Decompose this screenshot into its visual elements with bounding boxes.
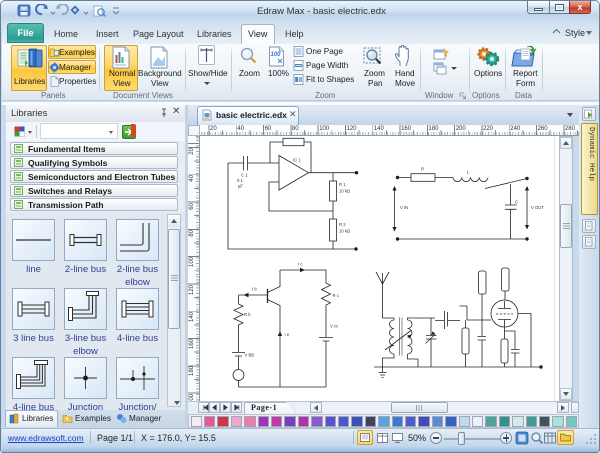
- svg-text:10 kΩ: 10 kΩ: [339, 189, 350, 194]
- svg-text:V cc: V cc: [330, 324, 338, 329]
- svg-text:R b: R b: [244, 312, 251, 317]
- svg-text:I b: I b: [252, 287, 257, 292]
- svg-text:0.1: 0.1: [237, 178, 243, 183]
- svg-text:R 2: R 2: [339, 222, 346, 227]
- svg-text:100: 100: [271, 52, 282, 58]
- svg-text:R c: R c: [333, 293, 339, 298]
- svg-text:I c: I c: [298, 262, 302, 267]
- svg-text:IC 1: IC 1: [293, 158, 301, 163]
- svg-text:C: C: [515, 200, 518, 205]
- svg-text:µF: µF: [238, 184, 243, 189]
- svg-text:R: R: [421, 167, 424, 172]
- svg-text:V BB: V BB: [245, 353, 255, 358]
- svg-text:V OUT: V OUT: [531, 205, 544, 210]
- svg-text:C 1: C 1: [241, 173, 248, 178]
- svg-text:L: L: [467, 170, 470, 175]
- svg-text:I e: I e: [285, 332, 290, 337]
- svg-text:V IN: V IN: [400, 205, 408, 210]
- svg-text:R 1: R 1: [339, 182, 346, 187]
- svg-text:10 kΩ: 10 kΩ: [339, 229, 350, 234]
